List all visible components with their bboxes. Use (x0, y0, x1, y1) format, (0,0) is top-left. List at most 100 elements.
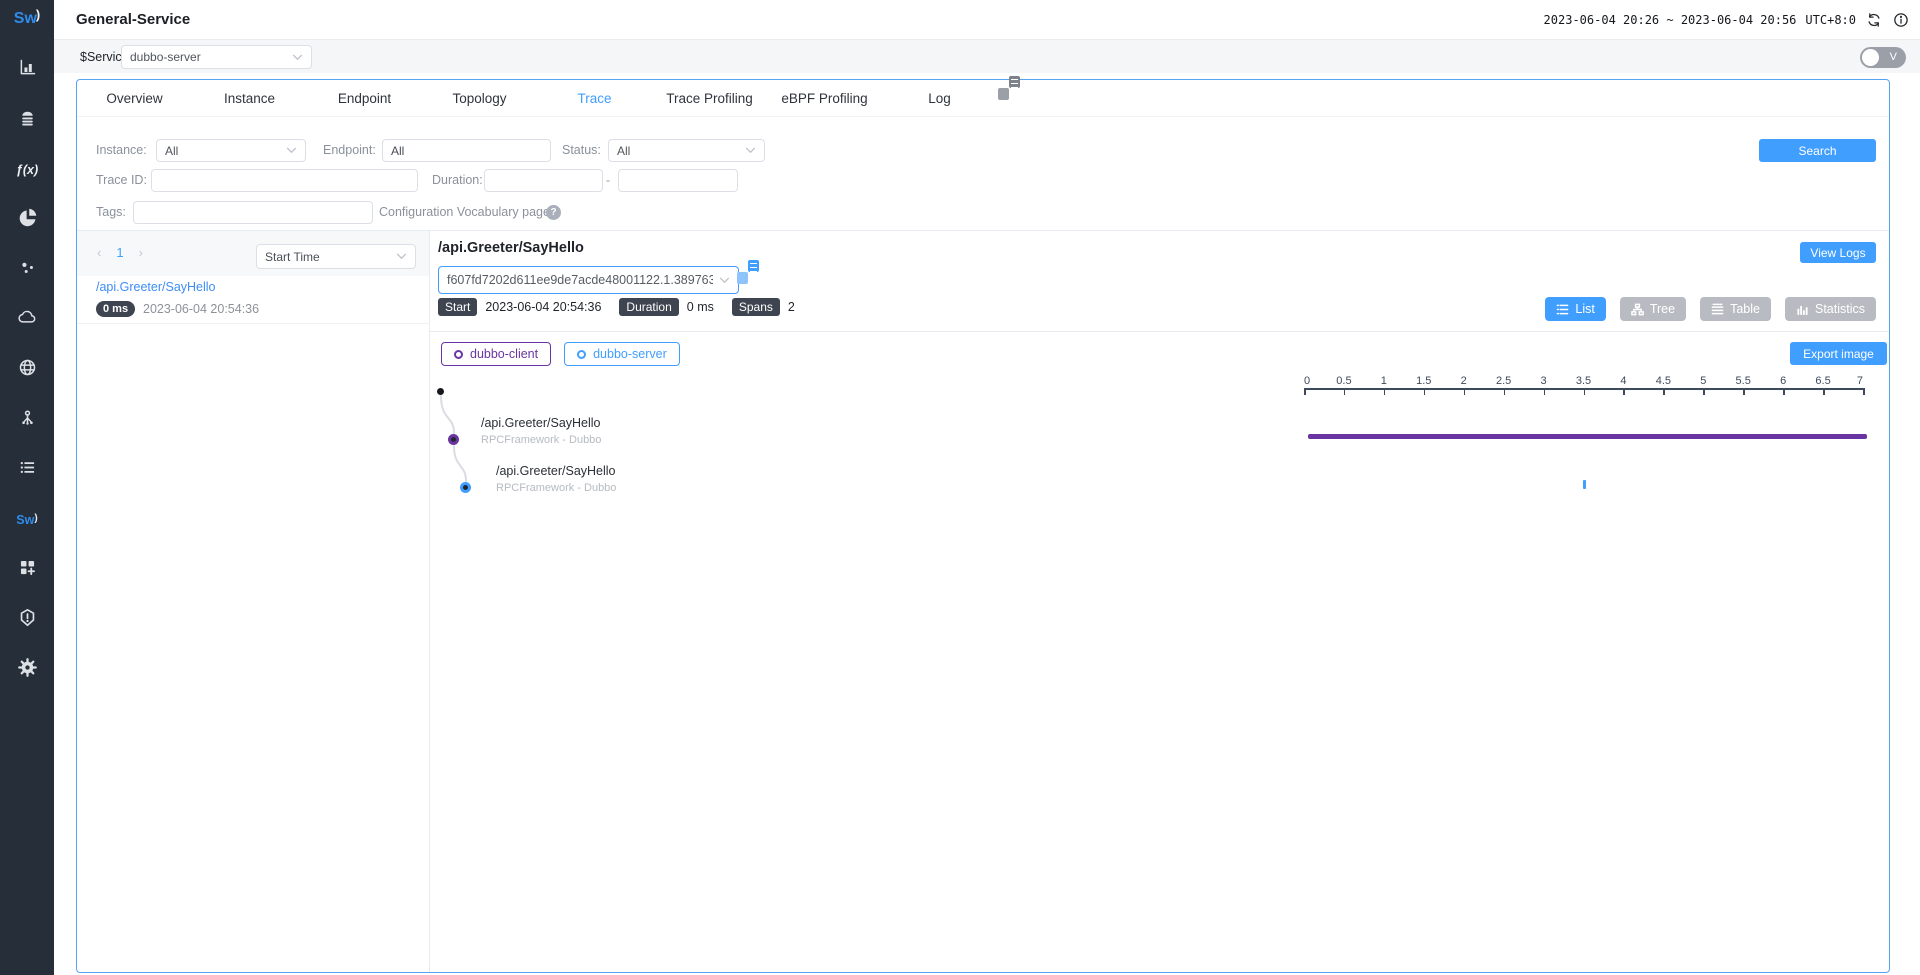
chevron-down-icon (286, 147, 297, 154)
sidebar-item-alerts[interactable] (15, 608, 39, 632)
sidebar-nav: ƒ(x) Sw) (0, 58, 54, 708)
logo-text: Sw (14, 10, 37, 27)
timezone[interactable]: UTC+8:0 (1805, 13, 1856, 27)
duration-label: Duration: (432, 169, 483, 192)
span-bars-area (1308, 80, 1867, 972)
status-label: Status: (562, 139, 601, 162)
trace-detail-title: /api.Greeter/SayHello (438, 240, 584, 256)
scatter-dots-icon (17, 257, 38, 283)
sidebar-item-browser[interactable] (15, 208, 39, 232)
pagination: ‹ 1 › (97, 245, 143, 260)
prev-page-arrow[interactable]: ‹ (97, 245, 101, 260)
span-component: RPCFramework - Dubbo (481, 434, 601, 446)
pie-chart-icon (17, 207, 38, 233)
tab-log[interactable]: Log (882, 91, 997, 106)
vocabulary-link[interactable]: Configuration Vocabulary page (379, 201, 550, 224)
endpoint-input[interactable] (382, 139, 551, 162)
status-select-value: All (617, 144, 630, 158)
next-page-arrow[interactable]: › (139, 245, 143, 260)
tab-endpoint[interactable]: Endpoint (307, 91, 422, 106)
refresh-icon[interactable] (1865, 11, 1883, 29)
instance-select-value: All (165, 144, 178, 158)
trace-list-item[interactable]: /api.Greeter/SayHello 0 ms 2023-06-04 20… (77, 276, 429, 324)
span-endpoint: /api.Greeter/SayHello (496, 464, 616, 478)
duration-value: 0 ms (687, 300, 714, 314)
duration-min-input[interactable] (484, 169, 603, 192)
sort-select-value: Start Time (265, 250, 320, 264)
trace-item-start-time: 2023-06-04 20:54:36 (143, 302, 259, 316)
time-range[interactable]: 2023-06-04 20:26 ~ 2023-06-04 20:56 (1544, 13, 1797, 27)
trace-id-label: Trace ID: (96, 169, 147, 192)
globe-icon (17, 357, 38, 383)
tab-instance[interactable]: Instance (192, 91, 307, 106)
spans-badge: Spans (732, 298, 780, 316)
menu-list-icon (17, 457, 38, 483)
sidebar-item-service-mesh[interactable] (15, 108, 39, 132)
chevron-down-icon (396, 253, 407, 260)
trace-item-duration-badge: 0 ms (96, 301, 135, 317)
skywalking-trace-page: Sw) ƒ(x) Sw) General-Service 2023-06-04 … (0, 0, 1920, 975)
tags-label: Tags: (96, 201, 126, 224)
trace-item-endpoint[interactable]: /api.Greeter/SayHello (96, 280, 216, 294)
version-toggle[interactable]: V (1860, 47, 1906, 68)
tab-overview[interactable]: Overview (77, 91, 192, 106)
duration-max-input[interactable] (618, 169, 738, 192)
ruler-tick-mark (1304, 388, 1306, 395)
page-title: General-Service (76, 0, 190, 39)
skywalking-logo[interactable]: Sw) (0, 7, 54, 28)
tab-ebpf-profiling[interactable]: eBPF Profiling (767, 91, 882, 106)
span-node-dot-client[interactable] (448, 434, 459, 445)
span-duration-bar-client[interactable] (1308, 434, 1867, 439)
functions-icon: ƒ(x) (16, 163, 38, 177)
sidebar-item-gateway[interactable] (15, 358, 39, 382)
molecule-icon (17, 407, 38, 433)
sidebar-item-infrastructure[interactable] (15, 308, 39, 332)
status-select[interactable]: All (608, 139, 765, 162)
service-select[interactable]: dubbo-server (121, 45, 312, 69)
sort-select[interactable]: Start Time (256, 244, 416, 269)
span-component: RPCFramework - Dubbo (496, 482, 616, 494)
trace-id-select[interactable]: f607fd7202d611ee9de7acde48001122.1.38976… (438, 266, 739, 294)
cloud-icon (17, 307, 38, 333)
legend-dubbo-client[interactable]: dubbo-client (441, 342, 551, 366)
service-legend: dubbo-client dubbo-server (441, 342, 680, 366)
sidebar-item-list[interactable] (15, 458, 39, 482)
topbar-controls: 2023-06-04 20:26 ~ 2023-06-04 20:56 UTC+… (1544, 0, 1910, 39)
info-icon[interactable] (1892, 11, 1910, 29)
span-duration-bar-server[interactable] (1583, 480, 1586, 489)
sidebar-item-functions[interactable]: ƒ(x) (15, 158, 39, 182)
tab-trace-profiling[interactable]: Trace Profiling (652, 91, 767, 106)
logo-swoosh: ) (36, 7, 40, 22)
copy-dashboard-icon[interactable] (1009, 88, 1029, 108)
gear-icon (17, 657, 38, 683)
span-node-dot-server[interactable] (460, 482, 471, 493)
chevron-down-icon (745, 147, 756, 154)
span-row-client[interactable]: /api.Greeter/SayHello RPCFramework - Dub… (481, 416, 601, 446)
span-row-server[interactable]: /api.Greeter/SayHello RPCFramework - Dub… (496, 464, 616, 494)
span-endpoint: /api.Greeter/SayHello (481, 416, 601, 430)
sidebar-item-settings[interactable] (15, 658, 39, 682)
sidebar-item-dashboards[interactable] (15, 558, 39, 582)
tab-topology[interactable]: Topology (422, 91, 537, 106)
sidebar: Sw) ƒ(x) Sw) (0, 0, 54, 975)
skywalking-text-icon: Sw) (16, 513, 37, 527)
tab-trace[interactable]: Trace (537, 91, 652, 106)
help-icon[interactable]: ? (546, 205, 561, 220)
legend-dubbo-server[interactable]: dubbo-server (564, 342, 680, 366)
duration-separator: - (606, 169, 610, 192)
page-number[interactable]: 1 (116, 245, 123, 260)
toggle-knob (1862, 49, 1879, 66)
sidebar-item-skywalking[interactable]: Sw) (15, 508, 39, 532)
circle-icon (454, 350, 463, 359)
tags-input[interactable] (133, 201, 373, 224)
service-bar: $Service dubbo-server V (54, 39, 1920, 73)
sidebar-item-general-service[interactable] (15, 58, 39, 82)
toggle-label: V (1890, 47, 1897, 68)
service-select-value: dubbo-server (130, 50, 201, 64)
sidebar-item-self-observability[interactable] (15, 408, 39, 432)
list-detail-divider (429, 230, 430, 972)
instance-label: Instance: (96, 139, 147, 162)
instance-select[interactable]: All (156, 139, 306, 162)
sidebar-item-k8s[interactable] (15, 258, 39, 282)
trace-id-input[interactable] (151, 169, 418, 192)
